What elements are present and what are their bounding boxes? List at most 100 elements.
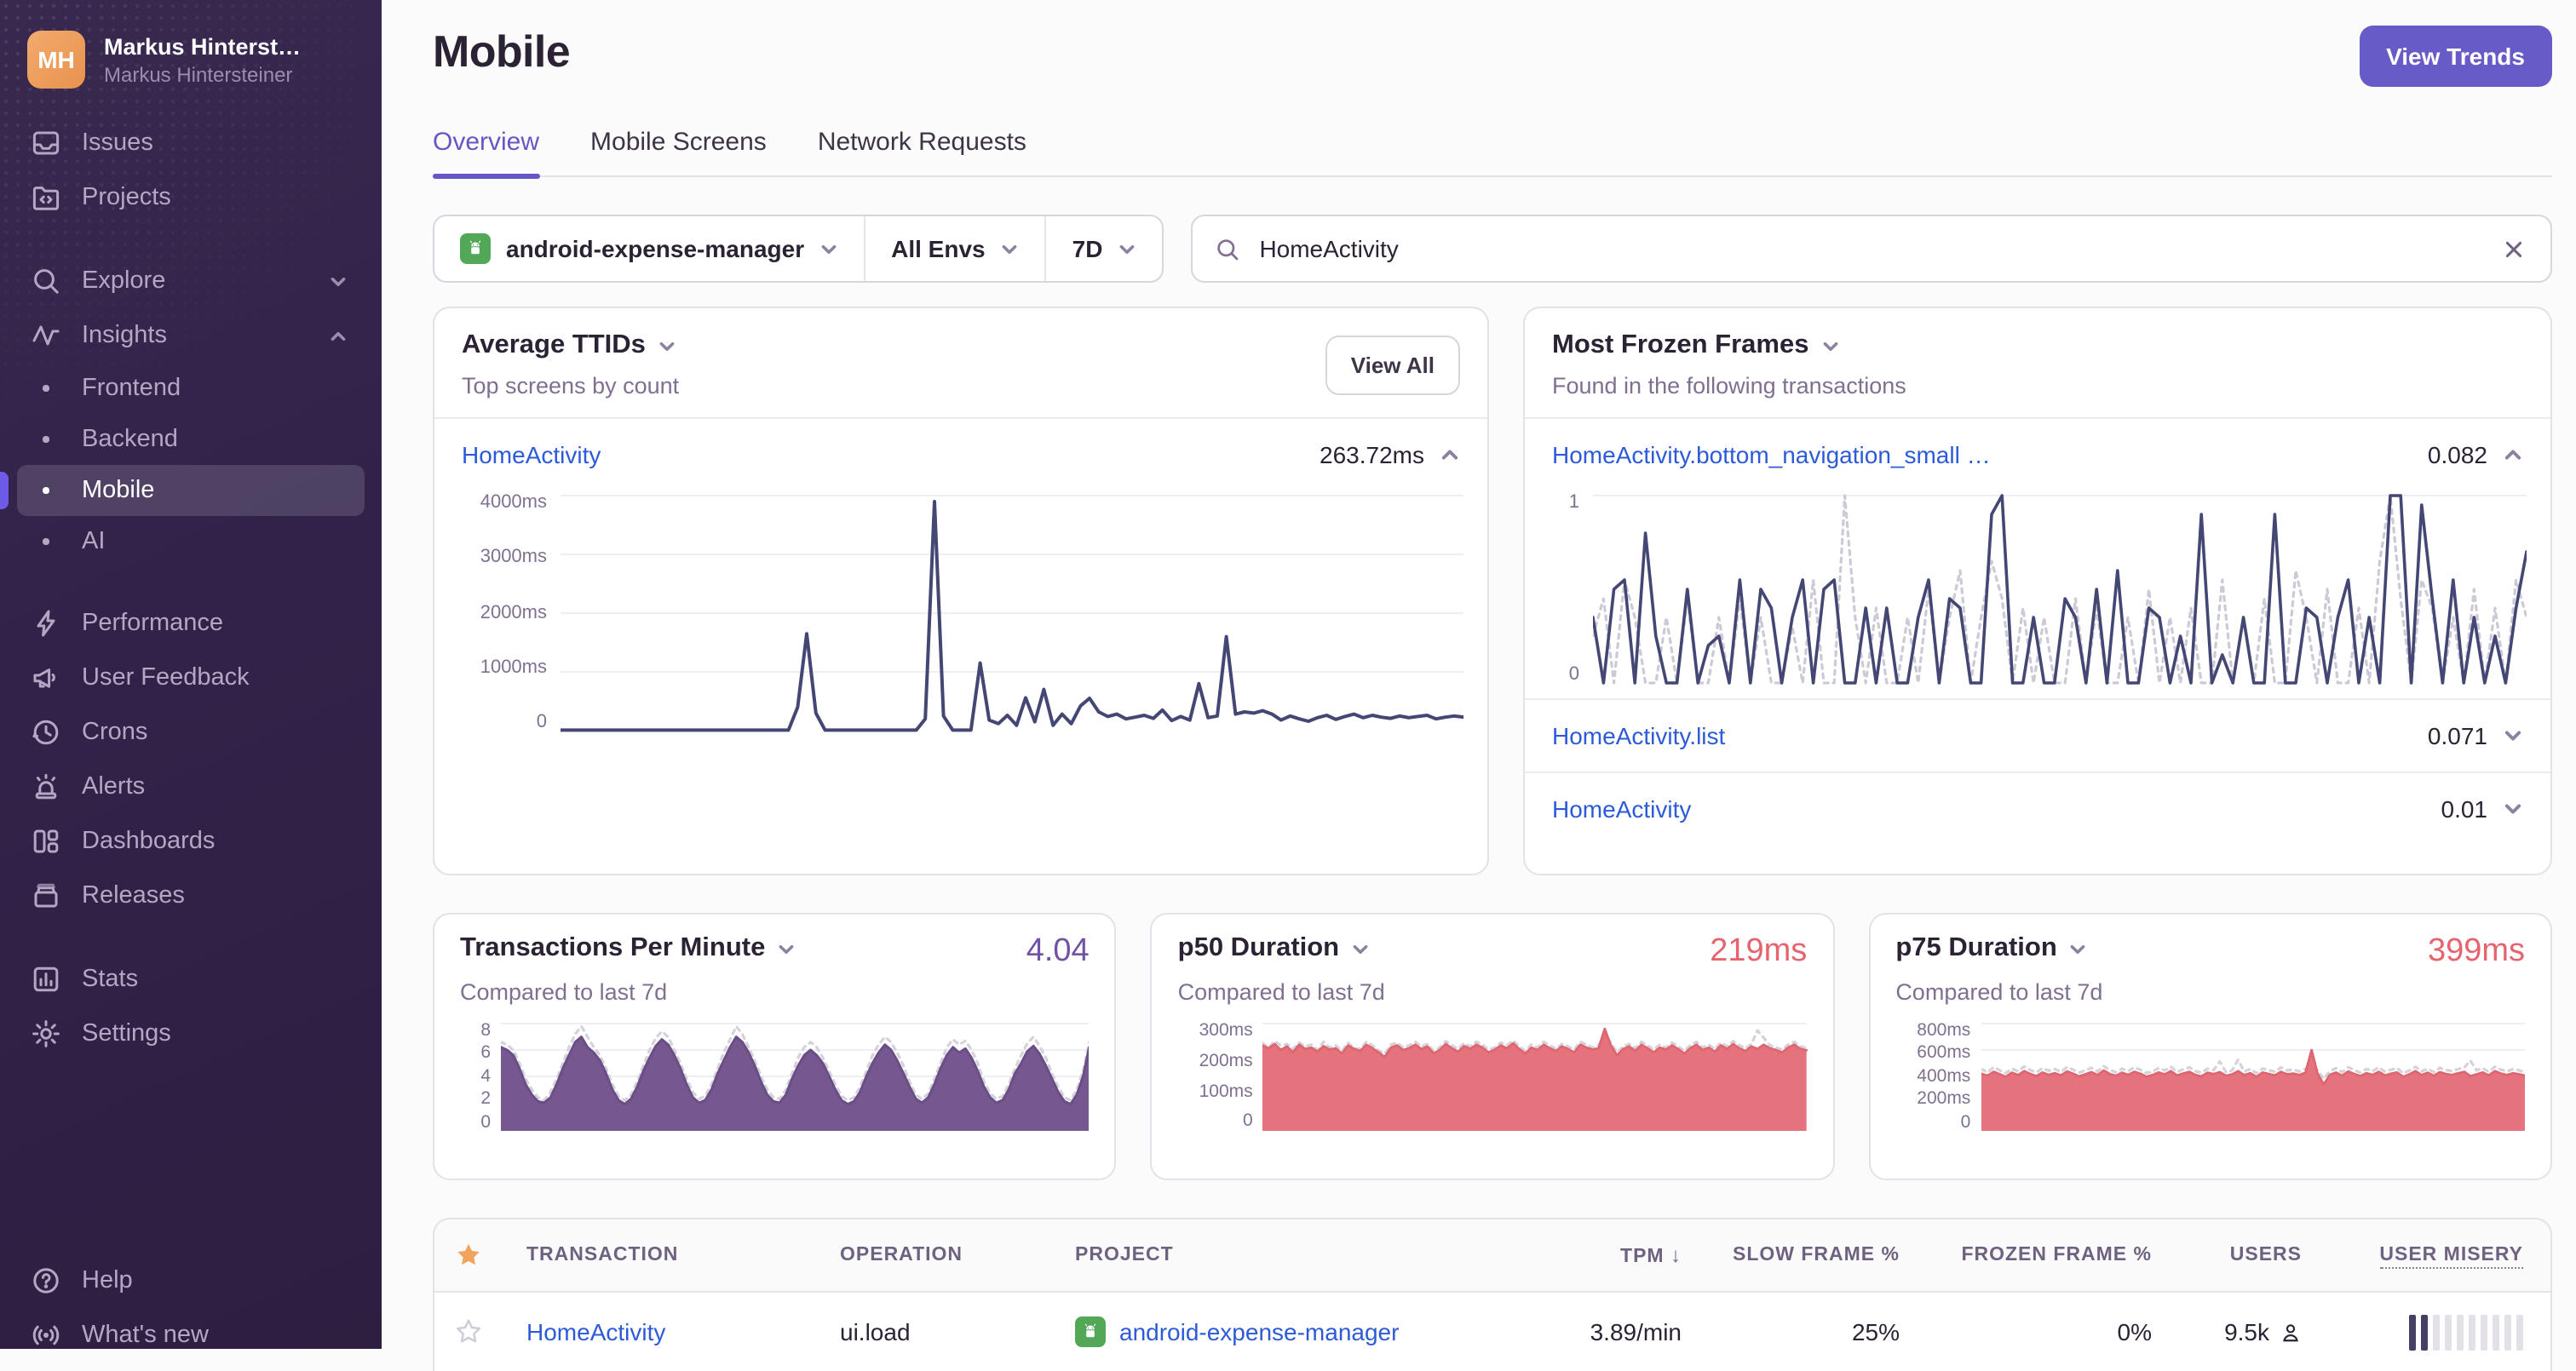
sidebar-nav: Issues Projects Explore Insights Fronten… (0, 102, 382, 1061)
clock-icon (31, 717, 61, 748)
sidebar-item-label: Explore (82, 267, 166, 295)
environment-selector[interactable]: All Envs (864, 216, 1045, 281)
p75-chart[interactable] (1981, 1022, 2525, 1131)
help-circle-icon (31, 1265, 61, 1296)
sidebar-item-label: Frontend (82, 375, 181, 402)
sidebar-item-explore[interactable]: Explore (17, 254, 365, 308)
card-title-row[interactable]: Most Frozen Frames (1552, 330, 1906, 361)
sidebar-item-alerts[interactable]: Alerts (17, 760, 365, 814)
col-transaction[interactable]: TRANSACTION (526, 1245, 840, 1265)
sidebar-item-backend[interactable]: Backend (17, 414, 365, 465)
col-frozen-frame[interactable]: FROZEN FRAME % (1900, 1245, 2152, 1265)
sidebar-item-insights[interactable]: Insights (17, 308, 365, 363)
project-selector[interactable]: android-expense-manager (434, 216, 864, 281)
slow-frame-cell: 25% (1851, 1318, 1900, 1345)
nav-gap (17, 923, 365, 952)
sidebar-item-frontend[interactable]: Frontend (17, 363, 365, 414)
ttid-value: 263.72ms (1320, 441, 1424, 468)
col-tpm[interactable]: TPM ↓ (1511, 1243, 1682, 1267)
frozen-row-list: HomeActivity.list 0.071 (1525, 698, 2550, 772)
card-title-row[interactable]: p50 Duration (1178, 933, 1370, 964)
sidebar-item-releases[interactable]: Releases (17, 869, 365, 923)
clear-search-button[interactable] (2499, 234, 2528, 263)
date-range-selector[interactable]: 7D (1044, 216, 1163, 281)
chevron-up-icon[interactable] (2503, 445, 2523, 465)
archive-box-icon (31, 881, 61, 911)
col-project[interactable]: PROJECT (1075, 1245, 1511, 1265)
card-title-row[interactable]: Average TTIDs (462, 330, 679, 361)
sidebar-item-label: Dashboards (82, 828, 216, 855)
user-name: Markus Hinterst… (104, 33, 302, 59)
chevron-up-icon[interactable] (1440, 445, 1460, 465)
card-title-row[interactable]: p75 Duration (1895, 933, 2087, 964)
sidebar-item-label: AI (82, 528, 106, 555)
most-frozen-frames-card: Most Frozen Frames Found in the followin… (1523, 307, 2552, 875)
col-user-misery[interactable]: USER MISERY (2302, 1245, 2523, 1269)
megaphone-icon (31, 663, 61, 693)
frozen-value: 0.082 (2427, 441, 2487, 468)
sidebar-item-whats-new[interactable]: What's new (17, 1308, 365, 1349)
sidebar-item-user-feedback[interactable]: User Feedback (17, 651, 365, 705)
close-icon (2505, 240, 2522, 257)
card-subtitle: Top screens by count (462, 373, 680, 399)
project-link[interactable]: android-expense-manager (1119, 1318, 1399, 1345)
tpm-chart-block: 86420 (460, 1022, 1090, 1131)
search-input[interactable] (1256, 233, 2484, 264)
chevron-up-icon (329, 326, 348, 345)
chevron-down-icon[interactable] (2503, 799, 2523, 819)
metric-cards-row: Transactions Per Minute 4.04 Compared to… (433, 913, 2552, 1180)
frozen-value: 0.071 (2427, 722, 2487, 749)
tab-bar: Overview Mobile Screens Network Requests (433, 128, 2552, 179)
tpm-chart[interactable] (501, 1022, 1090, 1131)
col-slow-frame[interactable]: SLOW FRAME % (1682, 1245, 1900, 1265)
transaction-link[interactable]: HomeActivity (526, 1318, 665, 1345)
sidebar-item-label: Help (82, 1267, 133, 1294)
col-users[interactable]: USERS (2152, 1245, 2302, 1265)
sidebar-item-issues[interactable]: Issues (17, 116, 365, 170)
user-misery-bars (2302, 1314, 2523, 1350)
transaction-link[interactable]: HomeActivity.list (1552, 722, 1725, 749)
transaction-link[interactable]: HomeActivity (462, 441, 601, 468)
sidebar-item-stats[interactable]: Stats (17, 952, 365, 1007)
sidebar-item-crons[interactable]: Crons (17, 705, 365, 760)
sidebar-item-dashboards[interactable]: Dashboards (17, 814, 365, 869)
tab-network-requests[interactable]: Network Requests (818, 128, 1026, 175)
top-cards-row: Average TTIDs Top screens by count View … (433, 307, 2552, 875)
page-filter-group: android-expense-manager All Envs 7D (433, 215, 1164, 283)
sidebar-item-projects[interactable]: Projects (17, 170, 365, 225)
star-header-icon[interactable] (455, 1242, 526, 1269)
broadcast-icon (31, 1320, 61, 1349)
chevron-down-icon[interactable] (2503, 726, 2523, 746)
sidebar-item-ai[interactable]: AI (17, 516, 365, 567)
app-root: MH Markus Hinterst… Markus Hintersteiner… (0, 0, 2576, 1371)
transaction-link[interactable]: HomeActivity (1552, 795, 1691, 823)
tab-overview[interactable]: Overview (433, 128, 539, 179)
page-title: Mobile (433, 26, 571, 77)
col-operation[interactable]: OPERATION (840, 1245, 1075, 1265)
page-header: Mobile View Trends (433, 0, 2552, 87)
sidebar-item-help[interactable]: Help (17, 1253, 365, 1308)
sidebar-bottom: Help What's new (0, 1253, 382, 1349)
user-names: Markus Hinterst… Markus Hintersteiner (104, 33, 301, 86)
sidebar-item-settings[interactable]: Settings (17, 1007, 365, 1061)
card-title-row[interactable]: Transactions Per Minute (460, 933, 796, 964)
user-menu[interactable]: MH Markus Hinterst… Markus Hintersteiner (0, 0, 382, 102)
favorite-star-button[interactable] (455, 1318, 526, 1345)
sidebar-item-label: Mobile (82, 477, 155, 504)
ttid-chart-block: 4000ms 3000ms 2000ms 1000ms 0 (434, 484, 1487, 732)
p50-chart[interactable] (1262, 1022, 1808, 1131)
y-axis-labels: 800ms 600ms 400ms 200ms 0 (1917, 1020, 1971, 1132)
average-ttids-card: Average TTIDs Top screens by count View … (433, 307, 1489, 875)
ttid-chart[interactable] (561, 494, 1463, 732)
view-all-button[interactable]: View All (1325, 335, 1460, 394)
transaction-link[interactable]: HomeActivity.bottom_navigation_small … (1552, 441, 1991, 468)
view-trends-button[interactable]: View Trends (2359, 26, 2552, 87)
frozen-frames-chart[interactable] (1593, 494, 2527, 685)
users-cell: 9.5k (2152, 1318, 2302, 1345)
sidebar-item-label: Releases (82, 882, 185, 909)
table-row: HomeActivity ui.load android-expense-man… (434, 1293, 2550, 1371)
tab-mobile-screens[interactable]: Mobile Screens (590, 128, 767, 175)
sidebar-item-mobile[interactable]: Mobile (0, 465, 365, 516)
sidebar-item-performance[interactable]: Performance (17, 596, 365, 651)
sidebar-item-label: Stats (82, 966, 139, 993)
